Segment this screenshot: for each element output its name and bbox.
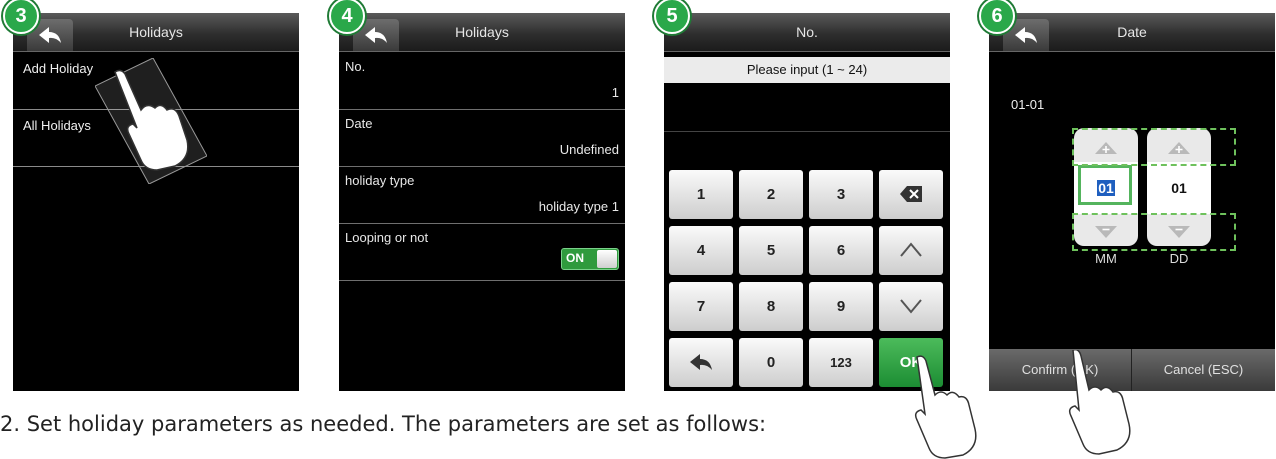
key-5[interactable]: 5 [739,226,803,275]
field-no[interactable]: No. 1 [339,53,625,110]
back-arrow-icon [690,354,712,370]
month-value: 01 [1097,180,1115,196]
up-arrow-icon [900,242,922,257]
key-back[interactable] [669,338,733,387]
key-1[interactable]: 1 [669,170,733,219]
menu-item-label: Add Holiday [23,61,94,76]
key-8[interactable]: 8 [739,282,803,331]
input-field[interactable] [664,131,950,132]
key-backspace[interactable] [879,170,943,219]
input-prompt: Please input (1 ~ 24) [664,57,950,83]
date-picker-screen: Date 01-01 01 01 MM DD Confirm (OK) Canc… [989,13,1275,391]
key-3[interactable]: 3 [809,170,873,219]
screen-title: Holidays [455,24,509,40]
field-value: holiday type 1 [538,199,619,214]
month-value-cell[interactable]: 01 [1074,162,1138,214]
pointing-hand-icon [1068,350,1131,455]
day-value-cell[interactable]: 01 [1147,162,1211,214]
down-arrow-icon [900,299,922,314]
title-bar: Holidays [339,13,625,52]
number-input-screen: No. Please input (1 ~ 24) 1 2 3 4 5 6 7 … [664,13,950,391]
month-label: MM [1095,251,1117,266]
key-0[interactable]: 0 [739,338,803,387]
title-bar: Date [989,13,1275,52]
key-4[interactable]: 4 [669,226,733,275]
cancel-button[interactable]: Cancel (ESC) [1132,349,1275,391]
field-label: Looping or not [345,230,429,245]
key-123[interactable]: 123 [809,338,873,387]
field-label: holiday type [345,173,415,188]
backspace-icon [900,186,922,202]
field-holiday-type[interactable]: holiday type holiday type 1 [339,167,625,224]
key-6[interactable]: 6 [809,226,873,275]
title-bar: Holidays [13,13,299,52]
screen-title: Date [1117,24,1147,40]
title-bar: No. [664,13,950,52]
field-looping: Looping or not ON [339,224,625,281]
increase-highlight [1072,128,1236,166]
field-label: No. [345,59,366,74]
pointing-hand-icon [914,355,977,459]
key-2[interactable]: 2 [739,170,803,219]
field-date[interactable]: Date Undefined [339,110,625,167]
add-holiday-screen: Holidays No. 1 Date Undefined holiday ty… [339,13,625,391]
pointing-hand-icon [95,58,207,184]
toggle-state: ON [566,251,584,265]
key-7[interactable]: 7 [669,282,733,331]
toggle-knob [597,250,617,268]
looping-toggle[interactable]: ON [561,248,619,270]
instruction-caption: 2. Set holiday parameters as needed. The… [0,412,767,436]
key-9[interactable]: 9 [809,282,873,331]
menu-item-label: All Holidays [23,118,91,133]
screen-title: Holidays [129,24,183,40]
date-readout: 01-01 [1011,97,1045,112]
day-value: 01 [1171,180,1187,196]
field-value: Undefined [559,142,619,157]
key-up[interactable] [879,226,943,275]
screen-title: No. [796,24,818,40]
day-label: DD [1169,251,1189,266]
field-label: Date [345,116,373,131]
key-down[interactable] [879,282,943,331]
field-value: 1 [611,85,619,100]
decrease-highlight [1072,213,1236,251]
